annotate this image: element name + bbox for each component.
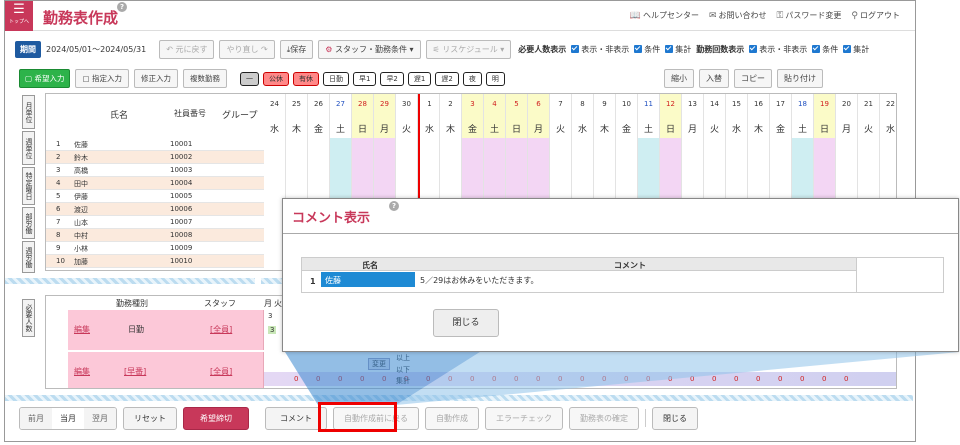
comment-dialog: コメント表示 ? 氏名 コメント 1 佐藤 5／29はお休みをいただきます。 閉… bbox=[282, 198, 959, 352]
col-header-name: 氏名 bbox=[362, 261, 378, 270]
callout-shape-light bbox=[396, 352, 959, 405]
comment-table: 氏名 コメント 1 佐藤 5／29はお休みをいただきます。 bbox=[301, 257, 944, 293]
table-header-row bbox=[302, 258, 856, 271]
col-header-comment: コメント bbox=[614, 261, 646, 270]
dialog-close-button[interactable]: 閉じる bbox=[433, 309, 499, 337]
dialog-divider bbox=[283, 233, 958, 234]
help-icon[interactable]: ? bbox=[389, 201, 399, 211]
row-number: 1 bbox=[310, 277, 316, 286]
table-divider bbox=[856, 258, 857, 292]
comment-name-cell[interactable]: 佐藤 bbox=[321, 272, 415, 287]
comment-highlight-frame bbox=[318, 402, 397, 432]
comment-text: 5／29はお休みをいただきます。 bbox=[420, 276, 539, 285]
dialog-title: コメント表示 bbox=[292, 211, 371, 226]
